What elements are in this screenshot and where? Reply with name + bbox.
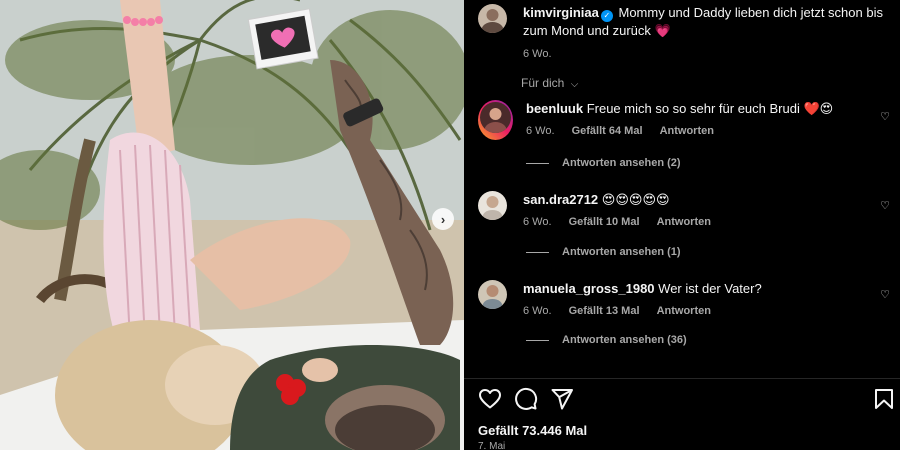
action-bar: Gefällt 73.446 Mal 7. Mai	[464, 378, 900, 450]
translate-label: Für dich	[521, 76, 565, 90]
caption-username[interactable]: kimvirginiaa	[523, 5, 599, 20]
view-replies-button[interactable]: Antworten ansehen (36)	[526, 334, 687, 346]
comment-item: beenluuk Freue mich so so sehr für euch …	[478, 100, 898, 140]
translate-dropdown[interactable]: Für dich ⌵	[521, 76, 578, 90]
comments-panel: kimvirginiaa ✓ Mommy und Daddy lieben dic…	[464, 0, 900, 450]
scroll-fade	[464, 355, 900, 377]
comment-likes[interactable]: Gefällt 10 Mal	[569, 216, 640, 228]
comment-reply-button[interactable]: Antworten	[657, 216, 711, 228]
comment-username[interactable]: manuela_gross_1980	[523, 281, 655, 296]
view-replies-label: Antworten ansehen (36)	[562, 334, 687, 346]
divider-line	[526, 339, 549, 341]
post-photo[interactable]: ›	[0, 0, 464, 450]
post-date: 7. Mai	[478, 441, 506, 450]
avatar[interactable]	[478, 4, 507, 33]
comment-age: 6 Wo.	[526, 125, 555, 137]
comment-text: Freue mich so so sehr für euch Brudi ❤️😍	[586, 101, 834, 116]
small-heart-icon[interactable]: ♡	[880, 110, 890, 123]
divider-line	[526, 162, 549, 164]
comment-age: 6 Wo.	[523, 305, 552, 317]
chevron-down-icon: ⌵	[570, 79, 579, 90]
verified-badge-icon: ✓	[600, 9, 613, 22]
comment-likes[interactable]: Gefällt 13 Mal	[569, 305, 640, 317]
comment-item: manuela_gross_1980 Wer ist der Vater? 6 …	[478, 280, 898, 320]
small-heart-icon[interactable]: ♡	[880, 199, 890, 212]
divider-line	[526, 251, 549, 253]
chevron-right-icon[interactable]: ›	[432, 208, 454, 230]
avatar[interactable]	[478, 280, 507, 309]
comment-age: 6 Wo.	[523, 216, 552, 228]
post-likes[interactable]: Gefällt 73.446 Mal	[478, 423, 587, 438]
comment-text: 😍😍😍😍😍	[601, 192, 670, 207]
comment-likes[interactable]: Gefällt 64 Mal	[572, 125, 643, 137]
comment-item: san.dra2712 😍😍😍😍😍 6 Wo. Gefällt 10 Mal A…	[478, 191, 898, 231]
small-heart-icon[interactable]: ♡	[880, 288, 890, 301]
beach-scene-image	[0, 0, 464, 450]
comment-username[interactable]: beenluuk	[526, 101, 583, 116]
view-replies-label: Antworten ansehen (1)	[562, 246, 681, 258]
view-replies-button[interactable]: Antworten ansehen (2)	[526, 157, 681, 169]
comment-reply-button[interactable]: Antworten	[657, 305, 711, 317]
avatar[interactable]	[478, 191, 507, 220]
comment-username[interactable]: san.dra2712	[523, 192, 598, 207]
comment-text: Wer ist der Vater?	[658, 281, 762, 296]
paper-plane-icon[interactable]	[550, 387, 574, 411]
speech-bubble-icon[interactable]	[514, 387, 538, 411]
caption-age: 6 Wo.	[523, 47, 552, 60]
comment-reply-button[interactable]: Antworten	[660, 125, 714, 137]
heart-outline-icon[interactable]	[478, 387, 502, 411]
view-replies-button[interactable]: Antworten ansehen (1)	[526, 246, 681, 258]
avatar[interactable]	[478, 100, 513, 140]
post-caption: kimvirginiaa ✓ Mommy und Daddy lieben dic…	[478, 4, 888, 63]
view-replies-label: Antworten ansehen (2)	[562, 157, 681, 169]
bookmark-icon[interactable]	[872, 387, 896, 411]
